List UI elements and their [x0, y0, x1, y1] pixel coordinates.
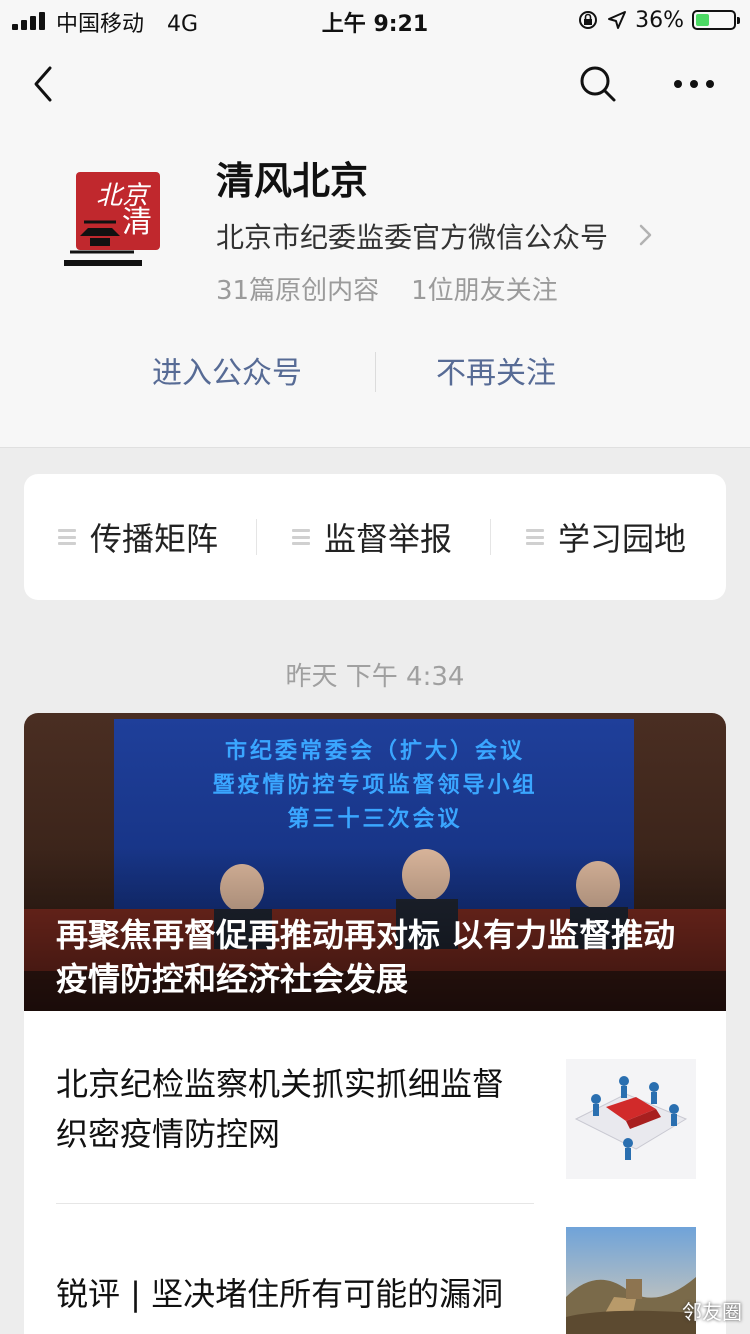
unfollow-button[interactable]: 不再关注: [436, 348, 556, 392]
status-right: 36%: [577, 6, 740, 34]
more-dots-icon[interactable]: [670, 62, 718, 106]
account-stats: 31篇原创内容 1位朋友关注: [216, 270, 558, 307]
battery-percent: 36%: [635, 7, 684, 33]
logo-mark-text-2: 清: [122, 205, 152, 240]
search-icon[interactable]: [576, 62, 620, 106]
account-name: 清风北京: [216, 159, 369, 203]
account-menu: 传播矩阵 监督举报 学习园地: [24, 474, 726, 600]
account-logo: 北京 清: [64, 172, 160, 266]
cover-article[interactable]: 市纪委常委会（扩大）会议 暨疫情防控专项监督领导小组 第三十三次会议 再聚焦再督…: [24, 713, 726, 1011]
enter-account-button[interactable]: 进入公众号: [152, 348, 302, 392]
account-profile: 北京 清 清风北京 北京市纪委监委官方微信公众号 31篇原创内容 1位朋友关注 …: [0, 128, 750, 448]
cover-banner-line: 市纪委常委会（扩大）会议: [224, 739, 525, 764]
menu-list-icon: [526, 529, 544, 545]
menu-list-icon: [292, 529, 310, 545]
account-description[interactable]: 北京市纪委监委官方微信公众号: [216, 216, 608, 256]
list-item-title: 北京纪检监察机关抓实抓细监督 织密疫情防控网: [56, 1065, 505, 1153]
menu-list-icon: [58, 529, 76, 545]
battery-icon: [692, 10, 740, 30]
status-bar: 中国移动 4G 上午 9:21 36%: [0, 0, 750, 40]
battery-fill: [696, 14, 709, 26]
menu-item-label: 传播矩阵: [90, 520, 219, 558]
account-actions: 进入公众号 不再关注: [0, 348, 750, 398]
back-icon[interactable]: [24, 60, 64, 108]
chevron-right-icon[interactable]: [636, 220, 656, 250]
menu-item-label: 监督举报: [324, 520, 453, 558]
list-divider: [56, 1203, 534, 1204]
action-divider: [375, 352, 376, 392]
menu-item-matrix[interactable]: 传播矩阵: [58, 474, 218, 600]
cover-article-title: 再聚焦再督促再推动再对标 以有力监督推动疫情防控和经济社会发展: [56, 916, 676, 998]
location-icon: [608, 11, 627, 29]
cover-banner-line: 暨疫情防控专项监督领导小组: [212, 773, 538, 798]
article-card: 市纪委常委会（扩大）会议 暨疫情防控专项监督领导小组 第三十三次会议 再聚焦再督…: [24, 713, 726, 1334]
menu-item-study[interactable]: 学习园地: [526, 474, 686, 600]
puzzle-teamwork-image: [566, 1059, 696, 1179]
menu-item-report[interactable]: 监督举报: [292, 474, 452, 600]
original-count: 31篇原创内容: [216, 276, 380, 306]
great-wall-image: [566, 1227, 696, 1334]
cover-banner-line: 第三十三次会议: [287, 807, 463, 832]
orientation-lock-icon: [579, 11, 598, 29]
menu-item-label: 学习园地: [558, 520, 687, 558]
friends-following: 1位朋友关注: [411, 276, 558, 306]
message-timestamp: 昨天 下午 4:34: [285, 662, 465, 692]
list-item-title: 锐评 | 坚决堵住所有可能的漏洞: [56, 1275, 504, 1313]
menu-divider: [490, 519, 491, 555]
watermark: 邻友圈: [682, 1300, 742, 1324]
menu-divider: [256, 519, 257, 555]
nav-bar: [0, 40, 750, 128]
